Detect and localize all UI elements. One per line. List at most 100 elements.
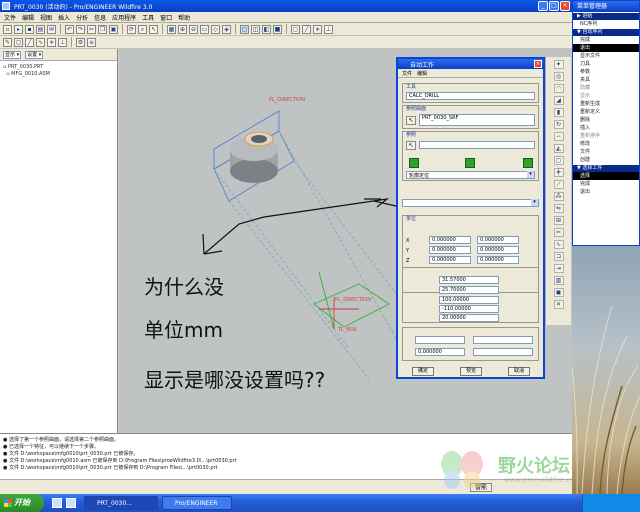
y2-field[interactable]: 0.000000 <box>477 246 519 254</box>
draft-icon[interactable]: ⟋ <box>553 180 564 189</box>
menu-item-selected[interactable]: 退出 <box>573 44 639 52</box>
green-option-1[interactable] <box>409 158 419 168</box>
datum-point-tool-icon[interactable]: ∗ <box>47 37 56 47</box>
datum-point-icon[interactable]: ∗ <box>313 24 322 34</box>
maximize-button[interactable]: □ <box>549 1 559 11</box>
placement-field[interactable] <box>419 141 535 149</box>
fit-icon[interactable]: ▭ <box>200 24 209 34</box>
pick-placement-icon[interactable]: ↖ <box>406 141 416 150</box>
select-icon[interactable]: ↖ <box>149 24 158 34</box>
menu-subitem-selected[interactable]: 选择 <box>573 172 639 180</box>
sweep-icon[interactable]: ∽ <box>553 132 564 141</box>
z-field[interactable]: 0.000000 <box>429 256 471 264</box>
extrude-icon[interactable]: ▮ <box>553 108 564 117</box>
hidden-line-icon[interactable]: ◫ <box>251 24 260 34</box>
menu-item[interactable]: 完成 <box>573 36 639 44</box>
reference-field[interactable]: PRT_0030_SRF <box>419 114 535 126</box>
menu-analysis[interactable]: 分析 <box>76 13 88 22</box>
depth-field-4[interactable]: -110.00000 <box>439 305 499 313</box>
zoom-in-icon[interactable]: ⊕ <box>178 24 187 34</box>
menu-item[interactable]: 显示 <box>573 92 639 100</box>
shading-icon[interactable]: ■ <box>273 24 282 34</box>
save-icon[interactable]: ▪ <box>25 24 34 34</box>
open-file-icon[interactable]: ▸ <box>14 24 23 34</box>
menu-item[interactable]: 修改 <box>573 140 639 148</box>
datum-axis-icon[interactable]: ╱ <box>302 24 311 34</box>
email-icon[interactable]: ✉ <box>47 24 56 34</box>
find-icon[interactable]: ⌕ <box>138 24 147 34</box>
green-option-3[interactable] <box>523 158 533 168</box>
menu-file[interactable]: 文件 <box>4 13 16 22</box>
menu-item[interactable]: 重新生成 <box>573 100 639 108</box>
quicklaunch-desktop-icon[interactable] <box>66 498 76 508</box>
analysis-icon[interactable]: ⚙ <box>76 37 85 47</box>
menu-item[interactable]: 显示文件 <box>573 52 639 60</box>
sketch-icon[interactable]: ✎ <box>3 37 12 47</box>
chamfer-icon[interactable]: ◢ <box>553 96 564 105</box>
menu-item[interactable]: 参数 <box>573 68 639 76</box>
tree-item[interactable]: ▫ PRT_0030.PRT <box>3 64 117 71</box>
repaint-icon[interactable]: ▦ <box>167 24 176 34</box>
undo-icon[interactable]: ↶ <box>65 24 74 34</box>
offset-slider-1[interactable] <box>473 336 533 344</box>
regenerate-icon[interactable]: ⟳ <box>127 24 136 34</box>
print-icon[interactable]: ▤ <box>36 24 45 34</box>
views-icon[interactable]: ◈ <box>222 24 231 34</box>
coord-sys-icon[interactable]: ⊥ <box>324 24 333 34</box>
menu-item[interactable]: 插入 <box>573 124 639 132</box>
offset-field-1[interactable] <box>415 336 465 344</box>
task-proe-window[interactable]: PRT_0030... <box>84 496 158 510</box>
rib-icon[interactable]: ╪ <box>553 168 564 177</box>
menu-edit[interactable]: 编辑 <box>22 13 34 22</box>
menu-subitem[interactable]: 退出 <box>573 188 639 196</box>
z2-field[interactable]: 0.000000 <box>477 256 519 264</box>
wireframe-icon[interactable]: ▢ <box>240 24 249 34</box>
menu-insert[interactable]: 插入 <box>58 13 70 22</box>
redo-icon[interactable]: ↷ <box>76 24 85 34</box>
round-icon[interactable]: ◠ <box>553 84 564 93</box>
copy-icon[interactable]: ❐ <box>98 24 107 34</box>
ok-button[interactable]: 确定 <box>412 367 434 376</box>
dialog-close-button[interactable]: × <box>534 60 542 68</box>
close-button[interactable]: × <box>560 1 570 11</box>
pattern-icon[interactable]: ⁂ <box>553 192 564 201</box>
menu-section-auto-seq[interactable]: ▼ 自动序列 <box>573 29 639 36</box>
preview-button[interactable]: 预览 <box>460 367 482 376</box>
orient-icon[interactable]: ◇ <box>211 24 220 34</box>
menu-window[interactable]: 窗口 <box>160 13 172 22</box>
menu-help[interactable]: 帮助 <box>178 13 190 22</box>
menu-tools[interactable]: 工具 <box>142 13 154 22</box>
green-option-2[interactable] <box>465 158 475 168</box>
menu-item-nc-sequence[interactable]: NC序列 <box>573 20 639 28</box>
paste-icon[interactable]: ▣ <box>109 24 118 34</box>
zoom-out-icon[interactable]: ⊖ <box>189 24 198 34</box>
x-field[interactable]: 0.000000 <box>429 236 471 244</box>
mirror-icon[interactable]: ⇋ <box>553 204 564 213</box>
tree-item[interactable]: ▫ MFG_0010.ASM <box>3 71 117 78</box>
dialog-menu-edit[interactable]: 编辑 <box>417 70 427 77</box>
layer-icon[interactable]: ≡ <box>87 37 96 47</box>
menu-item[interactable]: 隐藏 <box>573 84 639 92</box>
depth-field-1[interactable]: 31.57000 <box>439 276 499 284</box>
menu-item[interactable]: 创建 <box>573 156 639 164</box>
x2-field[interactable]: 0.000000 <box>477 236 519 244</box>
menu-item[interactable]: 重新定义 <box>573 108 639 116</box>
thicken-icon[interactable]: ▥ <box>553 276 564 285</box>
minimize-button[interactable]: _ <box>538 1 548 11</box>
offset-icon[interactable]: ⊐ <box>553 252 564 261</box>
datum-axis-tool-icon[interactable]: ╱ <box>25 37 34 47</box>
feature-icon[interactable]: ✦ <box>553 60 564 69</box>
offset-slider-2[interactable] <box>473 348 533 356</box>
menu-info[interactable]: 信息 <box>94 13 106 22</box>
menu-item[interactable]: 夹具 <box>573 76 639 84</box>
csys-tool-icon[interactable]: ⊥ <box>58 37 67 47</box>
method-combo[interactable] <box>402 199 539 207</box>
extend-icon[interactable]: ⇥ <box>553 264 564 273</box>
datum-plane-icon[interactable]: ◻ <box>291 24 300 34</box>
hole-icon[interactable]: ◎ <box>553 72 564 81</box>
start-button[interactable]: 开始 <box>0 494 44 512</box>
menu-subitem[interactable]: 完成 <box>573 180 639 188</box>
merge-icon[interactable]: ⊞ <box>553 216 564 225</box>
trim-icon[interactable]: ✂ <box>553 228 564 237</box>
point-icon[interactable]: ✕ <box>553 300 564 309</box>
